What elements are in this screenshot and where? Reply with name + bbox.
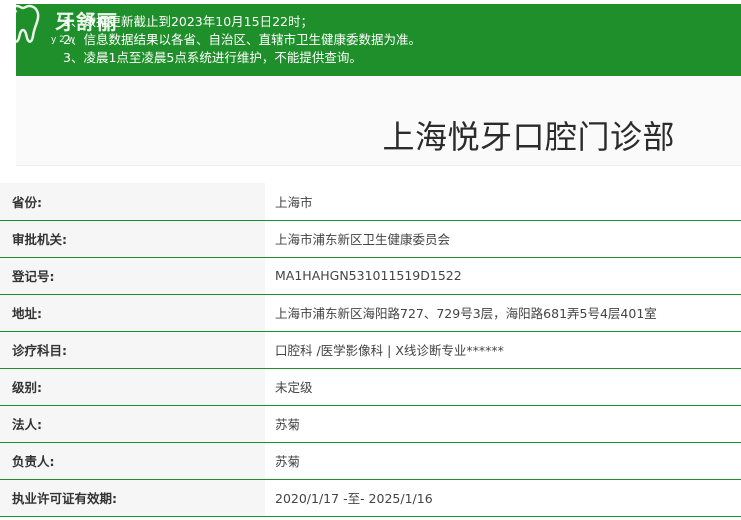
page-title: 上海悦牙口腔门诊部 xyxy=(382,118,675,156)
info-table: 省份: 上海市 审批机关: 上海市浦东新区卫生健康委员会 登记号: MA1HAH… xyxy=(0,183,741,517)
row-label: 省份: xyxy=(0,183,265,220)
header-band: 上海悦牙口腔门诊部 xyxy=(16,76,741,166)
table-row: 执业许可证有效期: 2020/1/17 -至- 2025/1/16 xyxy=(0,479,741,516)
table-row: 级别: 未定级 xyxy=(0,368,741,405)
table-row: 诊疗科目: 口腔科 /医学影像科 | X线诊断专业****** xyxy=(0,331,741,368)
row-label: 级别: xyxy=(0,368,265,405)
table-row: 法人: 苏菊 xyxy=(0,405,741,442)
row-label: 执业许可证有效期: xyxy=(0,479,265,516)
table-row: 地址: 上海市浦东新区海阳路727、729号3层，海阳路681弄5号4层401室 xyxy=(0,294,741,331)
notice-line-2: 2、信息数据结果以各省、自治区、直辖市卫生健康委数据为准。 xyxy=(63,32,421,47)
row-value: MA1HAHGN531011519D1522 xyxy=(265,257,741,294)
row-label: 法人: xyxy=(0,405,265,442)
notice-line-3: 3、凌晨1点至凌晨5点系统进行维护，不能提供查询。 xyxy=(63,50,362,65)
table-row: 负责人: 苏菊 xyxy=(0,442,741,479)
row-label: 审批机关: xyxy=(0,220,265,257)
row-value: 2020/1/17 -至- 2025/1/16 xyxy=(265,479,741,516)
table-row: 审批机关: 上海市浦东新区卫生健康委员会 xyxy=(0,220,741,257)
row-label: 诊疗科目: xyxy=(0,331,265,368)
row-value: 上海市浦东新区海阳路727、729号3层，海阳路681弄5号4层401室 xyxy=(265,294,741,331)
row-value: 上海市 xyxy=(265,183,741,220)
logo-name: 牙舒丽 xyxy=(55,10,118,34)
row-value: 上海市浦东新区卫生健康委员会 xyxy=(265,220,741,257)
row-label: 地址: xyxy=(0,294,265,331)
table-row: 登记号: MA1HAHGN531011519D1522 xyxy=(0,257,741,294)
logo: 牙舒丽 y 2 w xyxy=(3,2,133,48)
tooth-logo-icon xyxy=(6,4,40,43)
logo-tagline: y 2 w xyxy=(51,35,76,45)
notice-line-1: 1、数据更新截止到2023年10月15日22时； xyxy=(63,14,313,29)
row-value: 口腔科 /医学影像科 | X线诊断专业****** xyxy=(265,331,741,368)
row-value: 苏菊 xyxy=(265,442,741,479)
row-value: 未定级 xyxy=(265,368,741,405)
row-label: 登记号: xyxy=(0,257,265,294)
table-row: 省份: 上海市 xyxy=(0,183,741,220)
row-label: 负责人: xyxy=(0,442,265,479)
row-value: 苏菊 xyxy=(265,405,741,442)
